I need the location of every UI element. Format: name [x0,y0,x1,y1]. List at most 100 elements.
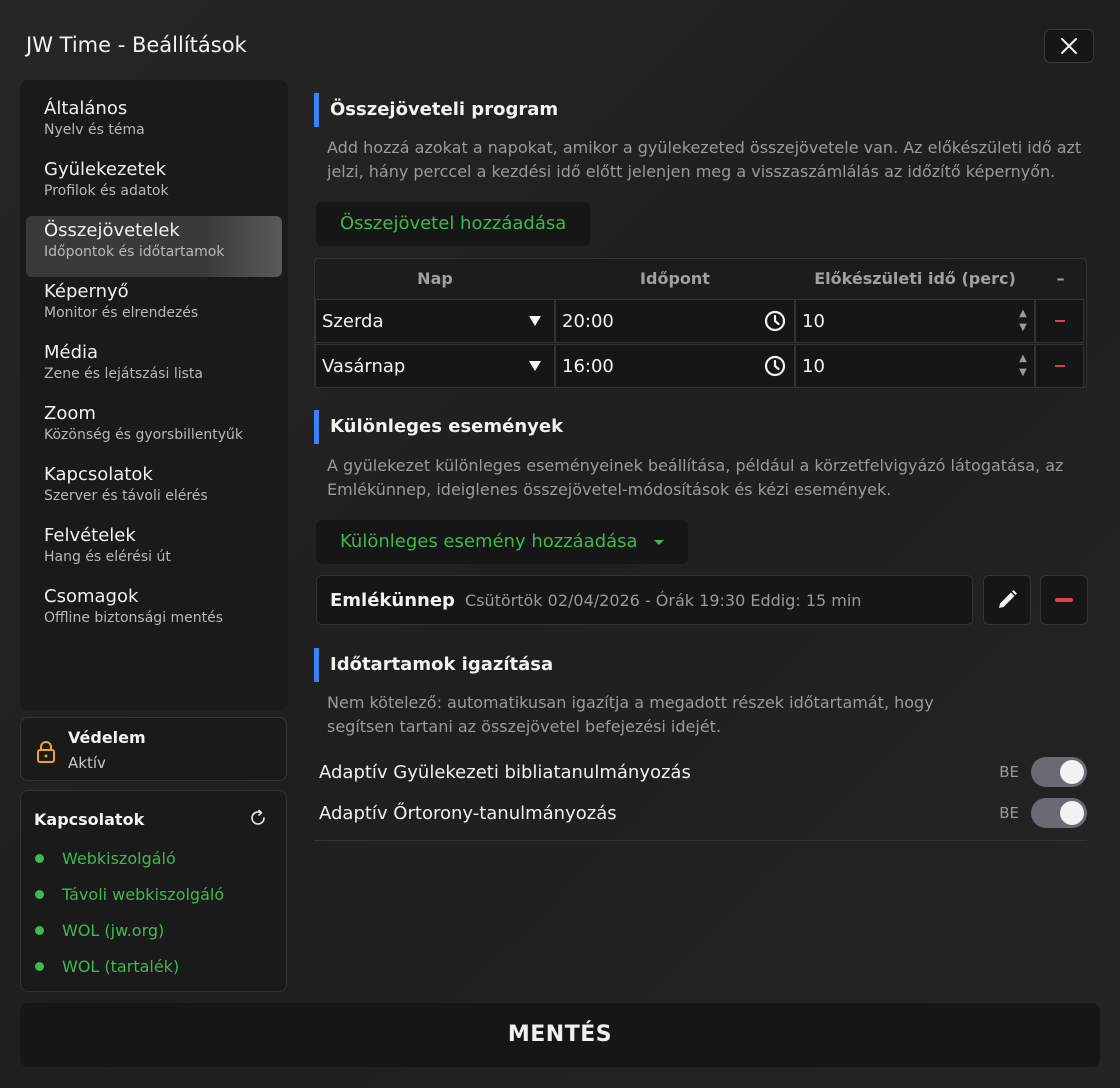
refresh-button[interactable] [248,808,268,832]
edit-event-button[interactable] [983,575,1031,625]
adaptive-watchtower-toggle[interactable] [1031,798,1087,828]
day-select[interactable]: Szerda [315,299,555,343]
close-button[interactable] [1044,29,1094,63]
status-dot-icon [35,926,44,935]
section-description: Add hozzá azokat a napokat, amikor a gyü… [327,138,1082,181]
prep-value: 10 [802,310,825,332]
sidebar-item-title: Gyülekezetek [44,159,167,180]
minus-icon [1055,598,1073,602]
protection-title: Védelem [68,728,146,747]
adaptive-watchtower-toggle-row: Adaptív Őrtorony-tanulmányozás BE [314,794,1087,832]
connection-item: WOL (tartalék) [35,957,179,976]
event-details: Csütörtök 02/04/2026 - Órák 19:30 Eddig:… [464,590,862,610]
triangle-down-icon [516,315,554,327]
toggle-state: BE [999,763,1019,781]
clock-icon[interactable] [756,355,794,377]
dropdown-arrow-icon [653,539,664,545]
spinner-arrows-icon[interactable]: ▲ ▼ [1012,352,1034,380]
sidebar-item-media[interactable]: Média Zene és lejátszási lista [26,338,282,399]
connection-label: WOL (jw.org) [62,921,165,940]
close-icon [1061,38,1077,54]
minus-icon [1054,365,1065,367]
day-select[interactable]: Vasárnap [315,344,555,388]
sidebar-item-title: Összejövetelek [44,220,180,241]
sidebar-nav: Általános Nyelv és téma Gyülekezetek Pro… [20,80,288,710]
status-dot-icon [35,890,44,899]
connection-label: Webkiszolgáló [62,849,176,868]
column-header-remove: – [1056,269,1065,288]
toggle-knob [1060,760,1084,784]
section-heading-program: Összejöveteli program [314,93,558,127]
protection-panel[interactable]: Védelem Aktív [20,717,287,781]
connection-item: WOL (jw.org) [35,921,164,940]
save-button[interactable]: MENTÉS [20,1003,1100,1067]
sidebar-item-display[interactable]: Képernyő Monitor és elrendezés [26,277,282,338]
add-meeting-button[interactable]: Összejövetel hozzáadása [316,202,591,246]
clock-icon[interactable] [756,310,794,332]
triangle-down-icon [516,360,554,372]
meetings-table: Nap Időpont Előkészületi idő (perc) – Sz… [314,258,1087,388]
sidebar-item-subtitle: Hang és elérési út [44,549,171,565]
column-header-time: Időpont [640,269,710,288]
window-title: JW Time - Beállítások [26,33,247,57]
time-value: 16:00 [562,355,614,377]
sidebar-item-subtitle: Szerver és távoli elérés [44,488,208,504]
pencil-icon [999,590,1017,608]
connections-title: Kapcsolatok [34,810,145,829]
column-header-day: Nap [417,269,453,288]
remove-meeting-button[interactable] [1035,344,1084,388]
sidebar-item-subtitle: Közönség és gyorsbillentyűk [44,427,244,443]
prep-value: 10 [802,355,825,377]
section-heading-special-events: Különleges események [314,410,563,444]
sidebar-item-title: Általános [44,98,128,119]
lock-icon [37,741,55,763]
sidebar-item-title: Felvételek [44,525,136,546]
remove-meeting-button[interactable] [1035,299,1084,343]
prep-time-stepper[interactable]: 10 ▲ ▼ [795,299,1035,343]
sidebar-item-packages[interactable]: Csomagok Offline biztonsági mentés [26,582,282,643]
connection-label: Távoli webkiszolgáló [62,885,225,904]
time-input[interactable]: 16:00 [555,344,795,388]
toggle-state: BE [999,804,1019,822]
remove-event-button[interactable] [1040,575,1088,625]
connection-label: WOL (tartalék) [62,957,180,976]
add-special-event-label: Különleges esemény hozzáadása [340,531,638,552]
sidebar-item-title: Kapcsolatok [44,464,153,485]
sidebar-item-congregations[interactable]: Gyülekezetek Profilok és adatok [26,155,282,216]
spinner-arrows-icon[interactable]: ▲ ▼ [1012,307,1034,335]
sidebar-item-subtitle: Időpontok és időtartamok [44,244,225,260]
column-header-prep: Előkészületi idő (perc) [814,269,1016,288]
connection-item: Webkiszolgáló [35,849,176,868]
section-description: Nem kötelező: automatikusan igazítja a m… [327,693,934,736]
time-input[interactable]: 20:00 [555,299,795,343]
status-dot-icon [35,854,44,863]
sidebar-item-title: Média [44,342,99,363]
protection-status: Aktív [68,754,106,772]
sidebar-item-meetings[interactable]: Összejövetelek Időpontok és időtartamok [26,216,282,277]
sidebar-item-subtitle: Profilok és adatok [44,183,169,199]
title-bar: JW Time - Beállítások [0,0,1120,80]
sidebar-item-subtitle: Monitor és elrendezés [44,305,199,321]
day-value: Vasárnap [322,355,406,377]
sidebar-item-title: Zoom [44,403,96,424]
sidebar-item-title: Képernyő [44,281,129,302]
adaptive-cbs-toggle-row: Adaptív Gyülekezeti bibliatanulmányozás … [314,753,1087,791]
prep-time-stepper[interactable]: 10 ▲ ▼ [795,344,1035,388]
sidebar-item-subtitle: Offline biztonsági mentés [44,610,224,626]
minus-icon [1054,320,1065,322]
adaptive-cbs-toggle[interactable] [1031,757,1087,787]
status-dot-icon [35,962,44,971]
day-value: Szerda [322,310,384,332]
add-special-event-button[interactable]: Különleges esemény hozzáadása [316,520,688,564]
sidebar-item-title: Csomagok [44,586,139,607]
toggle-label: Adaptív Gyülekezeti bibliatanulmányozás [319,761,691,783]
sidebar-item-zoom[interactable]: Zoom Közönség és gyorsbillentyűk [26,399,282,460]
connections-panel: Kapcsolatok Webkiszolgáló Távoli webkisz… [20,790,287,992]
connection-item: Távoli webkiszolgáló [35,885,224,904]
sidebar-item-connections[interactable]: Kapcsolatok Szerver és távoli elérés [26,460,282,521]
section-heading-adjust: Időtartamok igazítása [314,648,553,682]
refresh-icon [251,809,265,825]
special-event-row: Emlékünnep Csütörtök 02/04/2026 - Órák 1… [316,575,973,625]
sidebar-item-recordings[interactable]: Felvételek Hang és elérési út [26,521,282,582]
sidebar-item-general[interactable]: Általános Nyelv és téma [26,94,282,155]
